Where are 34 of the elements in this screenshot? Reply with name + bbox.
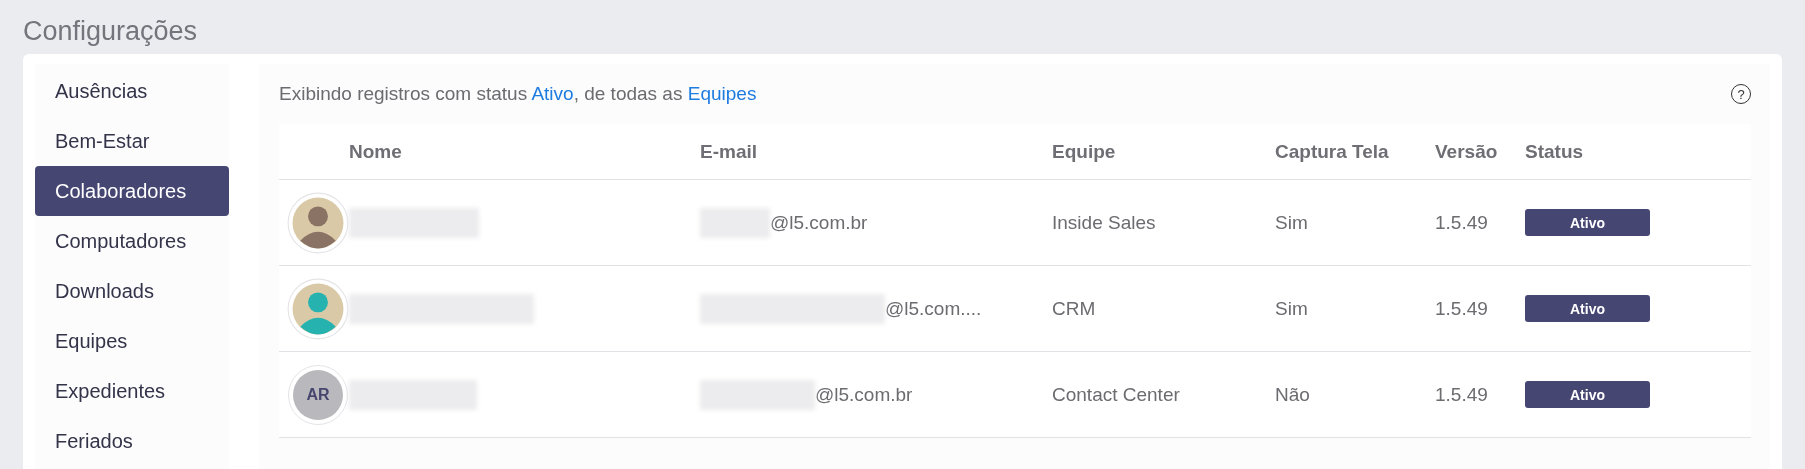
sidebar-item[interactable]: Bem-Estar xyxy=(35,116,229,166)
status-badge: Ativo xyxy=(1525,381,1650,408)
sidebar-item[interactable]: Downloads xyxy=(35,266,229,316)
version-value: 1.5.49 xyxy=(1435,297,1488,320)
sidebar-item[interactable]: Ausências xyxy=(35,66,229,116)
version-value: 1.5.49 xyxy=(1435,211,1488,234)
column-header: Versão xyxy=(1435,140,1499,163)
screen-capture-value: Não xyxy=(1275,383,1310,406)
page-title: Configurações xyxy=(23,15,199,48)
email-domain: @l5.com.br xyxy=(770,211,868,234)
email-domain: @l5.com.... xyxy=(885,297,982,320)
sidebar-item[interactable]: Computadores xyxy=(35,216,229,266)
version-value: 1.5.49 xyxy=(1435,383,1488,406)
screen-capture-value: Sim xyxy=(1275,297,1308,320)
column-header: Nome xyxy=(349,140,403,163)
column-header: Status xyxy=(1525,140,1585,163)
team-name: Contact Center xyxy=(1052,383,1180,406)
sidebar-item[interactable]: Feriados xyxy=(35,416,229,466)
column-header: E-mail xyxy=(700,140,759,163)
sidebar-item[interactable]: Expedientes xyxy=(35,366,229,416)
status-badge: Ativo xyxy=(1525,295,1650,322)
team-name: CRM xyxy=(1052,297,1096,320)
team-link[interactable]: Equipes xyxy=(687,83,757,104)
column-header: Equipe xyxy=(1052,140,1117,163)
status-badge: Ativo xyxy=(1525,209,1650,236)
sidebar-item[interactable]: Equipes xyxy=(35,316,229,366)
avatar-initials: AR xyxy=(293,369,343,420)
column-header: Captura Tela xyxy=(1275,140,1390,163)
status-link[interactable]: Ativo xyxy=(531,83,574,104)
team-name: Inside Sales xyxy=(1052,211,1156,234)
sidebar-item[interactable]: Colaboradores xyxy=(35,166,229,216)
email-domain: @l5.com.br xyxy=(815,383,913,406)
filter-summary: Exibindo registros com status Ativo, de todas as Equipes xyxy=(279,83,757,105)
screen-capture-value: Sim xyxy=(1275,211,1308,234)
